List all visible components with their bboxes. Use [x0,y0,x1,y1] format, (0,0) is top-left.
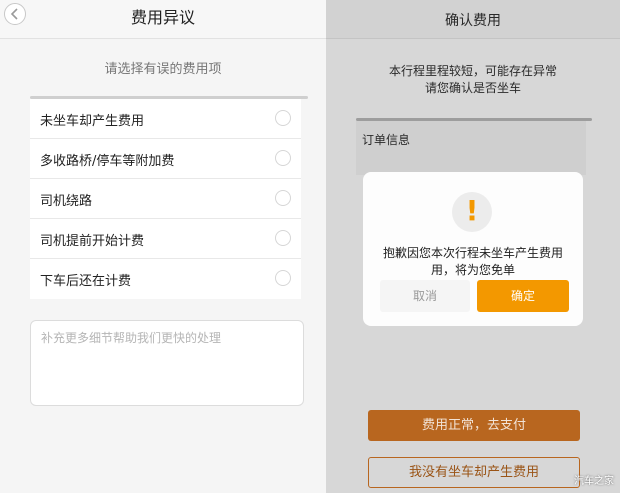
dialog-message: 用，将为您免单 [430,263,515,277]
header: 费用异议 [0,0,326,39]
radio-button[interactable] [275,150,291,166]
watermark: 汽车之家 [574,476,614,487]
fee-option[interactable]: 下车后还在计费 [30,259,301,299]
exclamation-icon: ! [452,192,492,232]
fee-option-label: 未坐车却产生费用 [40,114,145,129]
order-info-card: 订单信息 [356,121,586,175]
page-title: 确认费用 [445,13,501,29]
fee-option[interactable]: 多收路桥/停车等附加费 [30,139,301,179]
confirm-button[interactable]: 确定 [477,280,569,312]
fee-option-label: 司机绕路 [40,194,93,209]
fare-dispute-screen: 费用异议 请选择有误的费用项 未坐车却产生费用 多收路桥/停车等附加费 司机绕路… [0,0,326,493]
pay-button[interactable]: 费用正常，去支付 [368,410,580,441]
free-ride-dialog: ! 抱歉因您本次行程未坐车产生费用 用，将为您免单 取消 确定 [363,172,583,326]
radio-button[interactable] [275,190,291,206]
fee-option-label: 下车后还在计费 [40,274,132,289]
not-ride-button[interactable]: 我没有坐车却产生费用 [368,457,580,488]
radio-button[interactable] [275,230,291,246]
fee-option-label: 司机提前开始计费 [40,234,145,249]
fee-option[interactable]: 司机提前开始计费 [30,219,301,259]
dialog-message: 抱歉因您本次行程未坐车产生费用 [382,246,563,260]
radio-button[interactable] [275,110,291,126]
radio-button[interactable] [275,270,291,286]
exclamation-glyph: ! [465,194,479,227]
fee-option[interactable]: 未坐车却产生费用 [30,99,301,139]
order-info-label: 订单信息 [362,133,411,147]
details-textarea[interactable] [30,320,304,406]
fee-options-list: 未坐车却产生费用 多收路桥/停车等附加费 司机绕路 司机提前开始计费 下车后还在… [30,99,301,299]
confirm-fare-screen: 确认费用 本行程里程较短，可能存在异常 请您确认是否坐车 订单信息 ! 抱歉因您… [326,0,620,493]
select-prompt: 请选择有误的费用项 [104,62,222,77]
notice-text: 请您确认是否坐车 [424,81,521,95]
page-title: 费用异议 [130,8,195,27]
cancel-button[interactable]: 取消 [380,280,470,312]
fee-option[interactable]: 司机绕路 [30,179,301,219]
header: 确认费用 [326,0,620,39]
fee-option-label: 多收路桥/停车等附加费 [40,154,175,169]
notice-text: 本行程里程较短，可能存在异常 [388,64,557,78]
